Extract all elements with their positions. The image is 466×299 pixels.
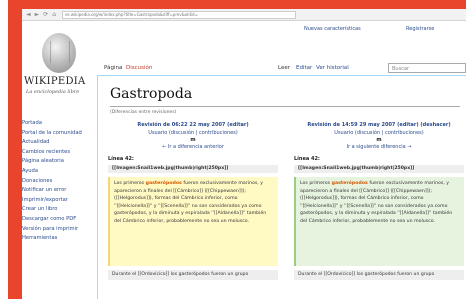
old-revision-link[interactable]: Revisión de 06:22 22 may 2007 (editar) (108, 122, 278, 130)
sidebar-item-imprimir-exportar[interactable]: Imprimir/exportar (22, 196, 92, 206)
old-line-number: Línea 42: (108, 156, 134, 162)
tab-read[interactable]: Leer (278, 65, 290, 71)
sidebar-item-version-imprimir[interactable]: Versión para imprimir (22, 225, 92, 235)
sidebar-item-crear-libro[interactable]: Crear un libro (22, 205, 92, 215)
sidebar-navigation: Portada Portal de la comunidad Actualida… (22, 119, 92, 244)
sidebar-item-herramientas[interactable]: Herramientas (22, 234, 92, 244)
sidebar-item-donaciones[interactable]: Donaciones (22, 177, 92, 187)
tab-page[interactable]: Página (104, 65, 122, 71)
sidebar-item-descargar-pdf[interactable]: Descargar como PDF (22, 215, 92, 225)
main-content: Gastropoda (Diferencias entre revisiones… (97, 75, 466, 299)
sidebar-item-cambios[interactable]: Cambios recientes (22, 148, 92, 158)
page-title: Gastropoda (110, 86, 193, 102)
browser-toolbar: ◄ ► ⟳ ⌂ es.wikipedia.org/w/index.php?tit… (22, 9, 466, 21)
logo-tagline: La enciclopedia libre (26, 89, 80, 95)
old-trailing-line: Durante el [[Ordovícico]] los gasterópod… (108, 270, 278, 280)
old-changed-text: Los primeros gasterópodos fueron exclusi… (108, 177, 278, 266)
next-diff-link[interactable]: Ir a siguiente diferencia → (294, 144, 464, 153)
personal-link-features[interactable]: Nuevas características (304, 26, 361, 32)
old-revision-user[interactable]: Usuario (discusión | contribuciones) (108, 130, 278, 137)
page-tabs: Página Discusión Leer Editar Ver histori… (104, 63, 466, 75)
new-context-line: [[Imagen:Snail1web.jpg|thumb|right|250px… (294, 165, 464, 173)
left-frame-strip (0, 0, 14, 299)
diff-column-new: Revisión de 14:59 29 may 2007 (editar) (… (294, 122, 464, 280)
sidebar-item-actualidad[interactable]: Actualidad (22, 138, 92, 148)
back-icon[interactable]: ◄ (26, 11, 31, 18)
diff-column-old: Revisión de 06:22 22 may 2007 (editar) U… (108, 122, 278, 280)
sidebar-item-ayuda[interactable]: Ayuda (22, 167, 92, 177)
new-trailing-line: Durante el [[Ordovícico]] los gasterópod… (294, 270, 464, 280)
tab-edit[interactable]: Editar (296, 65, 312, 71)
old-context-line: [[Imagen:Snail1web.jpg|thumb|right|250px… (108, 165, 278, 173)
sidebar-item-portal[interactable]: Portal de la comunidad (22, 129, 92, 139)
personal-link-register[interactable]: Registrarse (406, 26, 434, 32)
new-minor-mark: m (376, 137, 382, 143)
previous-diff-link[interactable]: ← Ir a diferencia anterior (108, 144, 278, 153)
personal-tools: Nuevas características Registrarse (22, 23, 466, 35)
new-revision-user[interactable]: Usuario (discusión | contribuciones) (294, 130, 464, 137)
new-text-pre: Los primeros (300, 181, 331, 186)
new-text-post: fueron exclusivamente marinos, y apareci… (300, 181, 453, 224)
address-bar[interactable]: es.wikipedia.org/w/index.php?title=Gastr… (62, 10, 297, 19)
page-subtitle: (Diferencias entre revisiones) (110, 110, 177, 115)
old-text-pre: Los primeros (114, 181, 145, 186)
sidebar-item-aleatoria[interactable]: Página aleatoria (22, 157, 92, 167)
forward-icon[interactable]: ► (35, 11, 40, 18)
logo-wordmark: WIKIPEDIA (24, 76, 86, 87)
browser-window: ◄ ► ⟳ ⌂ es.wikipedia.org/w/index.php?tit… (22, 9, 466, 299)
new-revision-link[interactable]: Revisión de 14:59 29 may 2007 (editar) (… (294, 122, 464, 130)
home-icon[interactable]: ⌂ (52, 11, 56, 18)
tab-discussion[interactable]: Discusión (126, 65, 152, 71)
old-text-highlight: gasterópodos (145, 181, 182, 186)
tab-history[interactable]: Ver historial (316, 65, 349, 71)
new-changed-text: Los primeros gasterópodos fueron exclusi… (294, 177, 464, 266)
reload-icon[interactable]: ⟳ (43, 11, 48, 18)
new-text-highlight: gasterópodos (331, 181, 368, 186)
sidebar-item-notificar[interactable]: Notificar un error (22, 186, 92, 196)
left-frame-bar (8, 0, 14, 299)
wikipedia-globe-logo[interactable] (42, 33, 76, 73)
title-divider (110, 106, 460, 107)
search-input[interactable]: Buscar (388, 63, 466, 73)
sidebar-item-portada[interactable]: Portada (22, 119, 92, 129)
old-text-post: fueron exclusivamente marinos, y apareci… (114, 181, 267, 224)
old-minor-mark: m (190, 137, 196, 143)
new-line-number: Línea 42: (294, 156, 320, 162)
